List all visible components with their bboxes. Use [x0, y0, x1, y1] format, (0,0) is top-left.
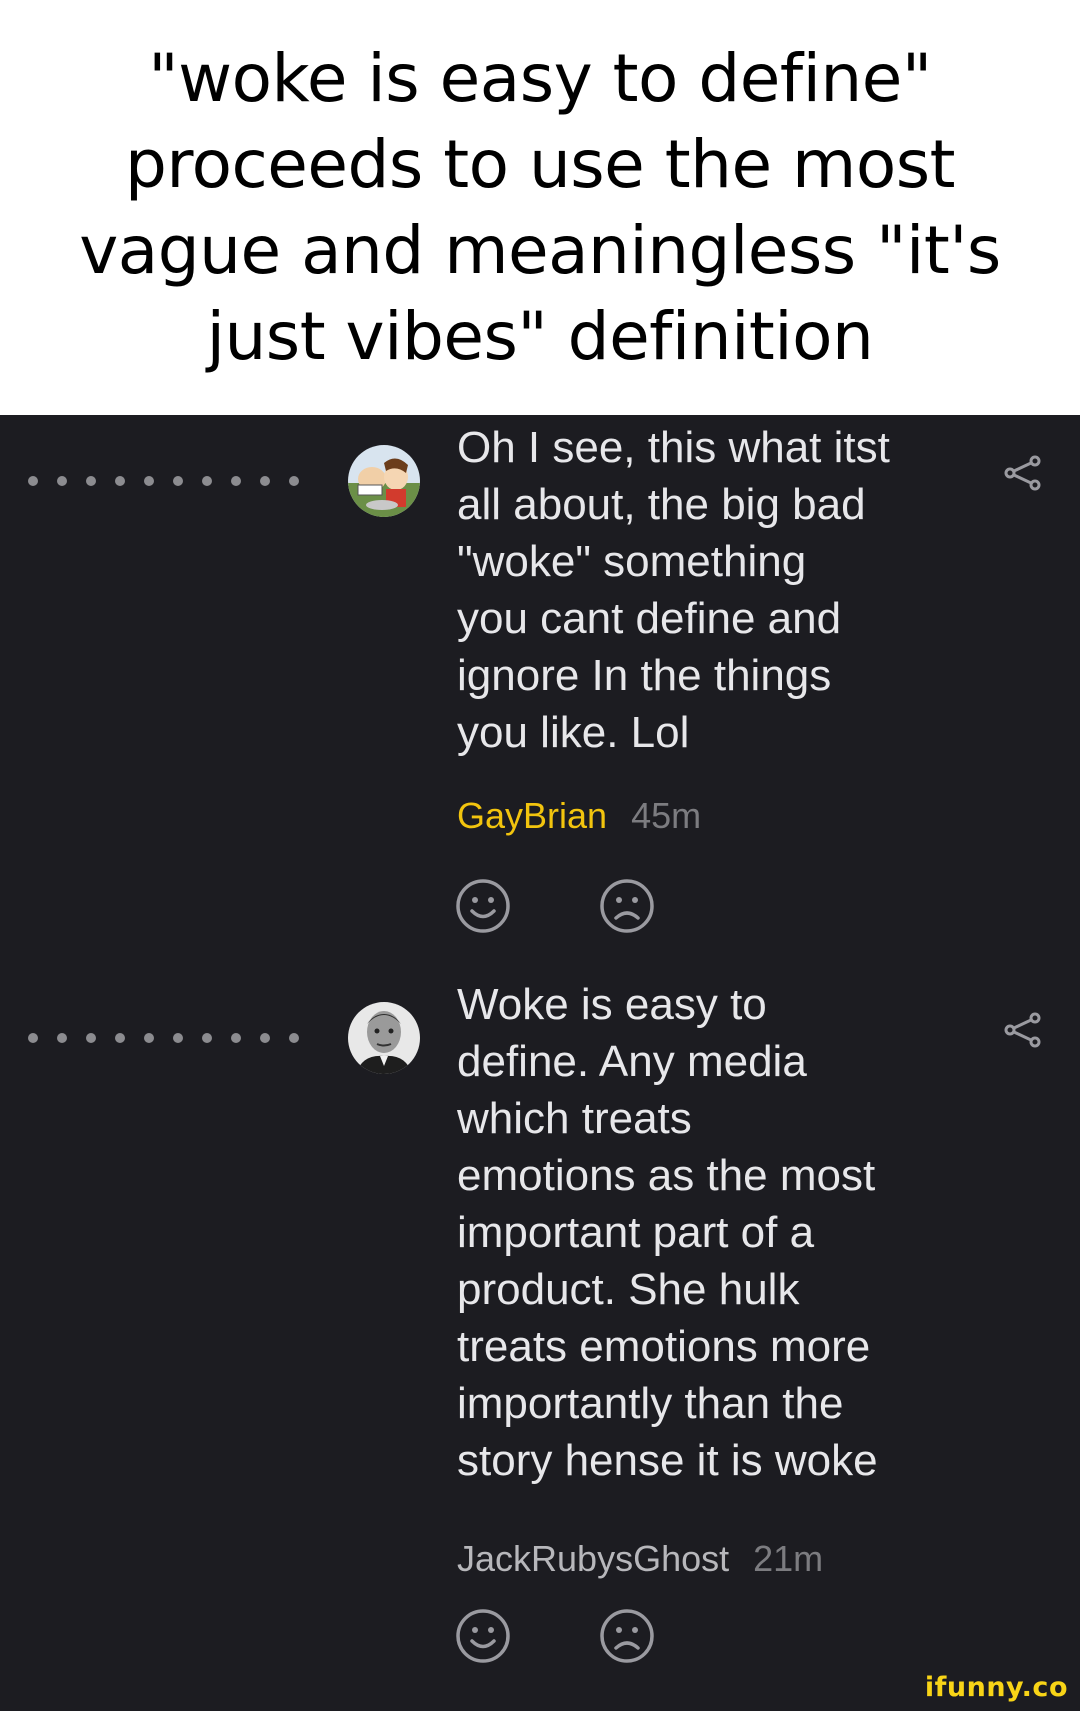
ifunny-watermark: ifunny.co	[924, 1672, 1068, 1703]
comment-text: Oh I see, this what itst all about, the …	[457, 423, 890, 757]
cartoon-avatar-icon[interactable]	[348, 445, 420, 517]
comment-meta: GayBrian 45m	[457, 795, 701, 837]
meme-caption: "woke is easy to define" proceeds to use…	[0, 0, 1080, 415]
comment-text: Woke is easy to define. Any media which …	[457, 980, 878, 1485]
comment-author[interactable]: GayBrian	[457, 795, 607, 837]
comment-time: 45m	[631, 795, 702, 836]
thread-indent-dots	[28, 1033, 299, 1043]
comment-meta: JackRubysGhost 21m	[457, 1538, 823, 1580]
smile-icon[interactable]	[455, 1608, 511, 1664]
share-icon[interactable]	[1002, 1010, 1042, 1050]
smile-icon[interactable]	[455, 878, 511, 934]
frown-icon[interactable]	[599, 878, 655, 934]
comment-author[interactable]: JackRubysGhost	[457, 1538, 729, 1580]
comment-time: 21m	[753, 1538, 824, 1579]
comment-thread: Oh I see, this what itst all about, the …	[0, 415, 1080, 1711]
caption-text: "woke is easy to define" proceeds to use…	[79, 39, 1001, 375]
portrait-avatar-icon[interactable]	[348, 1002, 420, 1074]
frown-icon[interactable]	[599, 1608, 655, 1664]
share-icon[interactable]	[1002, 453, 1042, 493]
thread-indent-dots	[28, 476, 299, 486]
